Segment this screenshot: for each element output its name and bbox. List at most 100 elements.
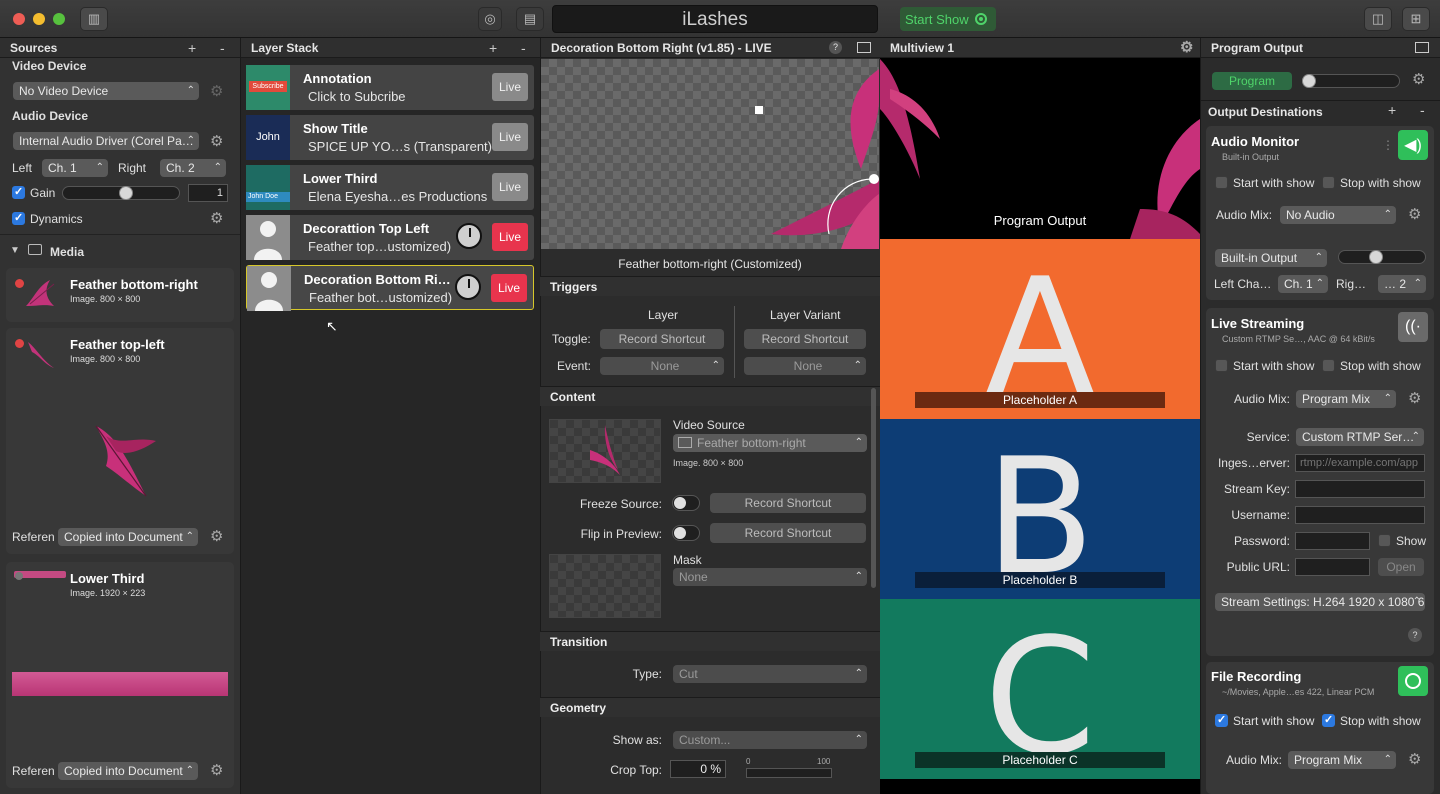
detach-window-icon[interactable] [1415, 42, 1429, 53]
clapper-button[interactable]: ▤ [516, 7, 544, 31]
layer-event-select[interactable]: None [600, 357, 724, 375]
live-button[interactable]: Live [492, 123, 528, 151]
stream-settings-button[interactable]: Stream Settings: H.264 1920 x 1080 6 [1215, 593, 1425, 611]
gain-slider-knob[interactable] [119, 186, 133, 200]
streaming-mix-select[interactable]: Program Mix [1296, 390, 1396, 408]
video-source-select[interactable]: Feather bottom-right [673, 434, 867, 452]
add-layer-button[interactable]: + [489, 38, 497, 58]
reference-select[interactable]: Copied into Document [58, 528, 198, 546]
snapshot-button[interactable]: ◎ [478, 7, 502, 31]
gain-checkbox[interactable] [12, 185, 25, 199]
sidebar-toggle-button[interactable]: ▥ [80, 7, 108, 31]
layer-row-decoration-top-left[interactable]: Decorattion Top Left Feather top…ustomiz… [246, 215, 534, 260]
left-channel-select[interactable]: Ch. 1 [42, 159, 108, 177]
stream-key-input[interactable] [1295, 480, 1425, 498]
drag-handle-icon[interactable]: ⋮ [1382, 138, 1394, 152]
layer-row-show-title[interactable]: John Show Title SPICE UP YO…s (Transpare… [246, 115, 534, 160]
reference-gear-icon[interactable]: ⚙ [210, 763, 223, 778]
media-disclosure-icon[interactable]: ▼ [10, 245, 20, 256]
password-input[interactable] [1295, 532, 1370, 550]
open-url-button[interactable]: Open [1378, 558, 1424, 576]
streaming-mix-gear-icon[interactable]: ⚙ [1408, 391, 1421, 406]
opacity-knob-icon[interactable] [455, 274, 481, 300]
dynamics-checkbox[interactable] [12, 211, 25, 225]
program-volume-knob[interactable] [1302, 74, 1316, 88]
variant-event-select[interactable]: None [744, 357, 866, 375]
single-view-button[interactable]: ◫ [1364, 7, 1392, 31]
program-output-cell[interactable]: Program Output [880, 59, 1200, 239]
remove-destination-button[interactable]: - [1420, 102, 1425, 118]
layer-preview-canvas[interactable] [541, 59, 879, 249]
reference-gear-icon[interactable]: ⚙ [210, 529, 223, 544]
crop-top-slider[interactable] [746, 768, 832, 778]
help-icon[interactable]: ? [1408, 628, 1422, 642]
dynamics-gear-icon[interactable]: ⚙ [210, 211, 223, 226]
live-button[interactable]: Live [492, 73, 528, 101]
detach-window-icon[interactable] [857, 42, 871, 53]
layer-record-shortcut-button[interactable]: Record Shortcut [600, 329, 724, 349]
recording-stop-checkbox[interactable] [1322, 713, 1335, 727]
program-button[interactable]: Program [1212, 72, 1292, 90]
layer-row-decoration-bottom-right[interactable]: Decoration Bottom Ri… Feather bot…ustomi… [246, 265, 534, 311]
ingest-server-input[interactable] [1295, 454, 1425, 472]
audio-device-gear-icon[interactable]: ⚙ [210, 134, 223, 149]
flip-record-shortcut-button[interactable]: Record Shortcut [710, 523, 866, 543]
minimize-window-button[interactable] [33, 13, 45, 25]
speaker-icon[interactable]: ◀) [1398, 130, 1428, 160]
gain-value-field[interactable]: 1 [188, 184, 228, 202]
media-item-feather-bottom-right[interactable]: Feather bottom-right Image. 800 × 800 [6, 268, 234, 322]
grid-view-button[interactable]: ⊞ [1402, 7, 1430, 31]
opacity-knob-icon[interactable] [456, 223, 482, 249]
username-input[interactable] [1295, 506, 1425, 524]
program-volume-slider[interactable] [1302, 74, 1400, 88]
audio-device-select[interactable]: Internal Audio Driver (Corel Pa… [13, 132, 199, 150]
right-channel-select[interactable]: Ch. 2 [160, 159, 226, 177]
streaming-stop-checkbox[interactable] [1322, 359, 1335, 372]
show-as-select[interactable]: Custom... [673, 731, 867, 749]
variant-record-shortcut-button[interactable]: Record Shortcut [744, 329, 866, 349]
remove-source-button[interactable]: - [220, 38, 225, 58]
public-url-input[interactable] [1295, 558, 1370, 576]
layer-row-annotation[interactable]: Subscribe Annotation Click to Subcribe L… [246, 65, 534, 110]
help-icon[interactable]: ? [829, 41, 842, 54]
recording-start-checkbox[interactable] [1215, 713, 1228, 727]
broadcast-icon[interactable]: ((· [1398, 312, 1428, 342]
audio-mix-gear-icon[interactable]: ⚙ [1408, 207, 1421, 222]
reference-select[interactable]: Copied into Document [58, 762, 198, 780]
close-window-button[interactable] [13, 13, 25, 25]
record-button[interactable] [1398, 666, 1428, 696]
audio-monitor-stop-checkbox[interactable] [1322, 176, 1335, 189]
video-device-select[interactable]: No Video Device [13, 82, 199, 100]
multiview-cell-a[interactable]: A Placeholder A [880, 239, 1200, 419]
audio-monitor-start-checkbox[interactable] [1215, 176, 1228, 189]
gain-slider[interactable] [62, 186, 180, 200]
video-device-gear-icon[interactable]: ⚙ [210, 84, 223, 99]
multiview-cell-b[interactable]: B Placeholder B [880, 419, 1200, 599]
add-destination-button[interactable]: + [1388, 102, 1396, 118]
monitor-volume-slider[interactable] [1338, 250, 1426, 264]
output-device-select[interactable]: Built-in Output [1215, 249, 1327, 267]
zoom-window-button[interactable] [53, 13, 65, 25]
audio-monitor-mix-select[interactable]: No Audio [1280, 206, 1396, 224]
mask-select[interactable]: None [673, 568, 867, 586]
live-button[interactable]: Live [492, 173, 528, 201]
live-button[interactable]: Live [492, 223, 528, 251]
right-channel-select[interactable]: … 2 [1378, 275, 1426, 293]
layer-row-lower-third[interactable]: John Doe Lower Third Elena Eyesha…es Pro… [246, 165, 534, 210]
multiview-cell-c[interactable]: C Placeholder C [880, 599, 1200, 779]
start-show-button[interactable]: Start Show [900, 7, 996, 31]
live-button[interactable]: Live [491, 274, 527, 302]
multiview-gear-icon[interactable]: ⚙ [1180, 40, 1193, 55]
service-select[interactable]: Custom RTMP Ser… [1296, 428, 1424, 446]
add-source-button[interactable]: + [188, 38, 196, 58]
transition-type-select[interactable]: Cut [673, 665, 867, 683]
freeze-source-toggle[interactable] [672, 495, 700, 511]
recording-mix-gear-icon[interactable]: ⚙ [1408, 752, 1421, 767]
program-gear-icon[interactable]: ⚙ [1412, 72, 1425, 87]
streaming-start-checkbox[interactable] [1215, 359, 1228, 372]
remove-layer-button[interactable]: - [521, 38, 526, 58]
media-item-lower-third[interactable]: Lower Third Image. 1920 × 223 [6, 562, 234, 788]
flip-preview-toggle[interactable] [672, 525, 700, 541]
rotation-handle[interactable] [869, 174, 879, 184]
left-channel-select[interactable]: Ch. 1 [1278, 275, 1328, 293]
